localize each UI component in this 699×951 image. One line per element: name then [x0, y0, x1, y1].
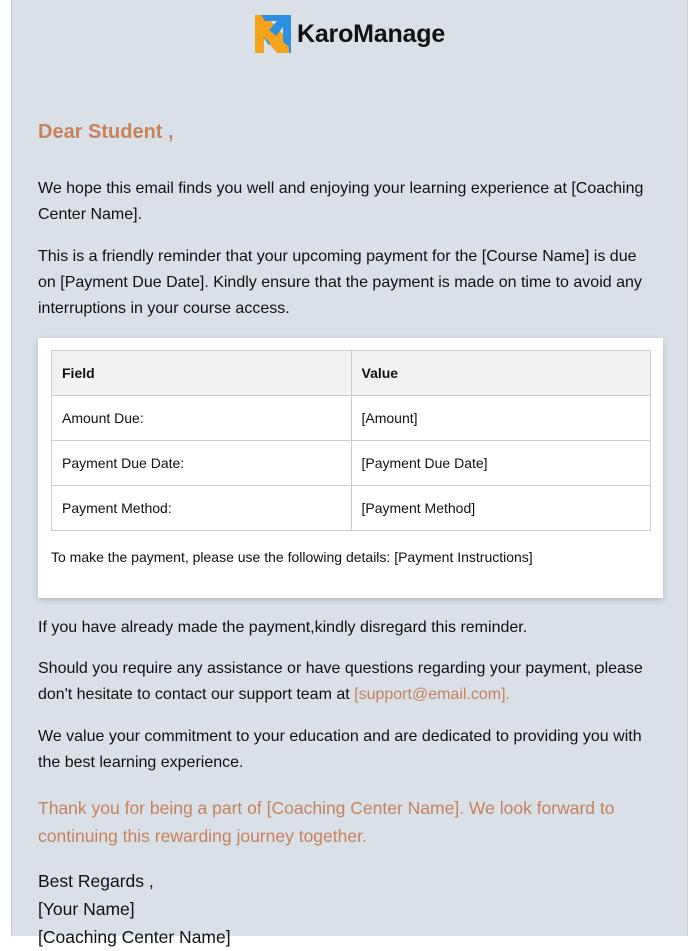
signature-org: [Coaching Center Name]: [38, 927, 231, 947]
value-cell: [Payment Method]: [350, 485, 651, 531]
value-cell: [Payment Due Date]: [350, 440, 651, 486]
column-header: Field: [51, 350, 352, 396]
greeting: Dear Student ,: [38, 121, 174, 143]
payment-table: Field Value Amount Due: [Amount] Payment…: [51, 350, 651, 531]
payment-instructions: To make the payment, please use the foll…: [51, 549, 533, 565]
commitment-paragraph: We value your commitment to your educati…: [38, 728, 642, 771]
disregard-paragraph: If you have already made the payment,kin…: [38, 619, 528, 636]
payment-details-card: Field Value Amount Due: [Amount] Payment…: [38, 338, 663, 598]
brand-logo: KaroManage: [255, 15, 445, 53]
signature-name: [Your Name]: [38, 899, 135, 919]
support-email-link[interactable]: [support@email.com].: [354, 686, 510, 703]
support-text: Should you require any assistance or hav…: [38, 660, 643, 703]
brand-name: KaroManage: [297, 19, 446, 48]
table-header-row: Field Value: [51, 350, 651, 396]
reminder-paragraph: This is a friendly reminder that your up…: [38, 248, 642, 317]
thank-you-message: Thank you for being a part of [Coaching …: [38, 798, 615, 846]
value-cell: [Amount]: [350, 395, 651, 441]
table-row: Payment Due Date: [Payment Due Date]: [51, 440, 651, 486]
support-paragraph: Should you require any assistance or hav…: [38, 656, 658, 708]
table-row: Payment Method: [Payment Method]: [51, 485, 651, 531]
field-cell: Payment Method:: [51, 485, 352, 531]
signature-closing: Best Regards ,: [38, 871, 154, 891]
karomanage-logo-icon: [255, 15, 291, 53]
table-row: Amount Due: [Amount]: [51, 395, 651, 441]
field-cell: Amount Due:: [51, 395, 352, 441]
email-body: KaroManage Dear Student , We hope this e…: [11, 0, 688, 947]
column-header: Value: [350, 350, 651, 396]
intro-paragraph: We hope this email finds you well and en…: [38, 180, 644, 223]
signature: Best Regards , [Your Name] [Coaching Cen…: [38, 867, 658, 951]
field-cell: Payment Due Date:: [51, 440, 352, 486]
